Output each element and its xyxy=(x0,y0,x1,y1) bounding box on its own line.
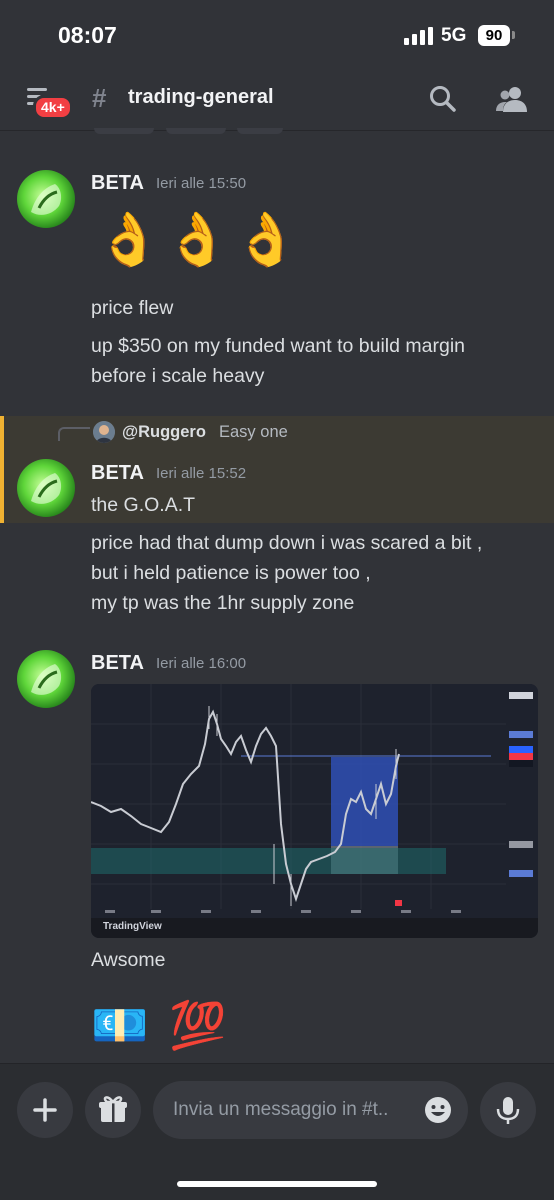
avatar[interactable] xyxy=(17,170,75,228)
tradingview-footer: TradingView xyxy=(91,918,538,938)
message-username[interactable]: BETA xyxy=(91,652,144,675)
previous-message-edge xyxy=(237,128,283,134)
avatar[interactable] xyxy=(17,650,75,708)
message-line: my tp was the 1hr supply zone xyxy=(91,592,355,614)
reply-username[interactable]: @Ruggero xyxy=(122,423,206,442)
voice-message-button[interactable] xyxy=(480,1082,536,1138)
message-line: the G.O.A.T xyxy=(91,494,196,516)
cellular-signal-icon xyxy=(404,27,433,45)
emoji-icon[interactable] xyxy=(423,1095,453,1125)
chart-screenshot-attachment[interactable]: TradingView xyxy=(91,684,538,938)
reply-preview-text[interactable]: Easy one xyxy=(219,423,288,442)
reply-avatar[interactable] xyxy=(93,421,115,443)
message-username[interactable]: BETA xyxy=(91,462,144,485)
plus-icon xyxy=(33,1098,57,1122)
trading-chart-image xyxy=(91,684,538,918)
money-hundred-emojis: 💶 💯 xyxy=(91,999,231,1051)
message-input[interactable]: Invia un messaggio in #t.. xyxy=(153,1081,468,1139)
message-timestamp: Ieri alle 16:00 xyxy=(156,655,247,672)
battery-tip xyxy=(512,31,515,39)
home-indicator[interactable] xyxy=(177,1181,377,1187)
message-line: Awsome xyxy=(91,949,166,971)
battery-icon: 90 xyxy=(478,25,510,46)
message-line: price flew xyxy=(91,297,174,319)
channel-name[interactable]: trading-general xyxy=(128,86,274,109)
tradingview-logo: TradingView xyxy=(103,921,162,932)
status-time: 08:07 xyxy=(58,22,117,48)
message-line: before i scale heavy xyxy=(91,365,265,387)
message-timestamp: Ieri alle 15:52 xyxy=(156,465,247,482)
network-type: 5G xyxy=(441,25,467,46)
gift-button[interactable] xyxy=(85,1082,141,1138)
ok-hand-emojis: 👌👌👌 xyxy=(96,211,303,269)
battery-level: 90 xyxy=(485,27,503,44)
channel-header: 4k+ # trading-general xyxy=(0,70,554,131)
previous-message-edge xyxy=(94,128,154,134)
gift-icon xyxy=(99,1096,127,1122)
microphone-icon xyxy=(496,1097,520,1124)
message-timestamp: Ieri alle 15:50 xyxy=(156,175,247,192)
reply-connector xyxy=(58,427,90,441)
avatar[interactable] xyxy=(17,459,75,517)
hash-icon: # xyxy=(92,83,107,113)
message-composer-bar: Invia un messaggio in #t.. xyxy=(0,1063,554,1200)
previous-message-edge xyxy=(166,128,226,134)
message-line: but i held patience is power too , xyxy=(91,562,371,584)
unread-badge: 4k+ xyxy=(33,95,73,120)
message-line: up $350 on my funded want to build margi… xyxy=(91,335,465,357)
message-username[interactable]: BETA xyxy=(91,172,144,195)
add-button[interactable] xyxy=(17,1082,73,1138)
members-icon[interactable] xyxy=(495,84,529,114)
search-icon[interactable] xyxy=(428,84,458,114)
message-line: price had that dump down i was scared a … xyxy=(91,532,483,554)
message-input-placeholder: Invia un messaggio in #t.. xyxy=(173,1099,389,1120)
status-bar: 08:07 5G 90 xyxy=(0,0,554,70)
